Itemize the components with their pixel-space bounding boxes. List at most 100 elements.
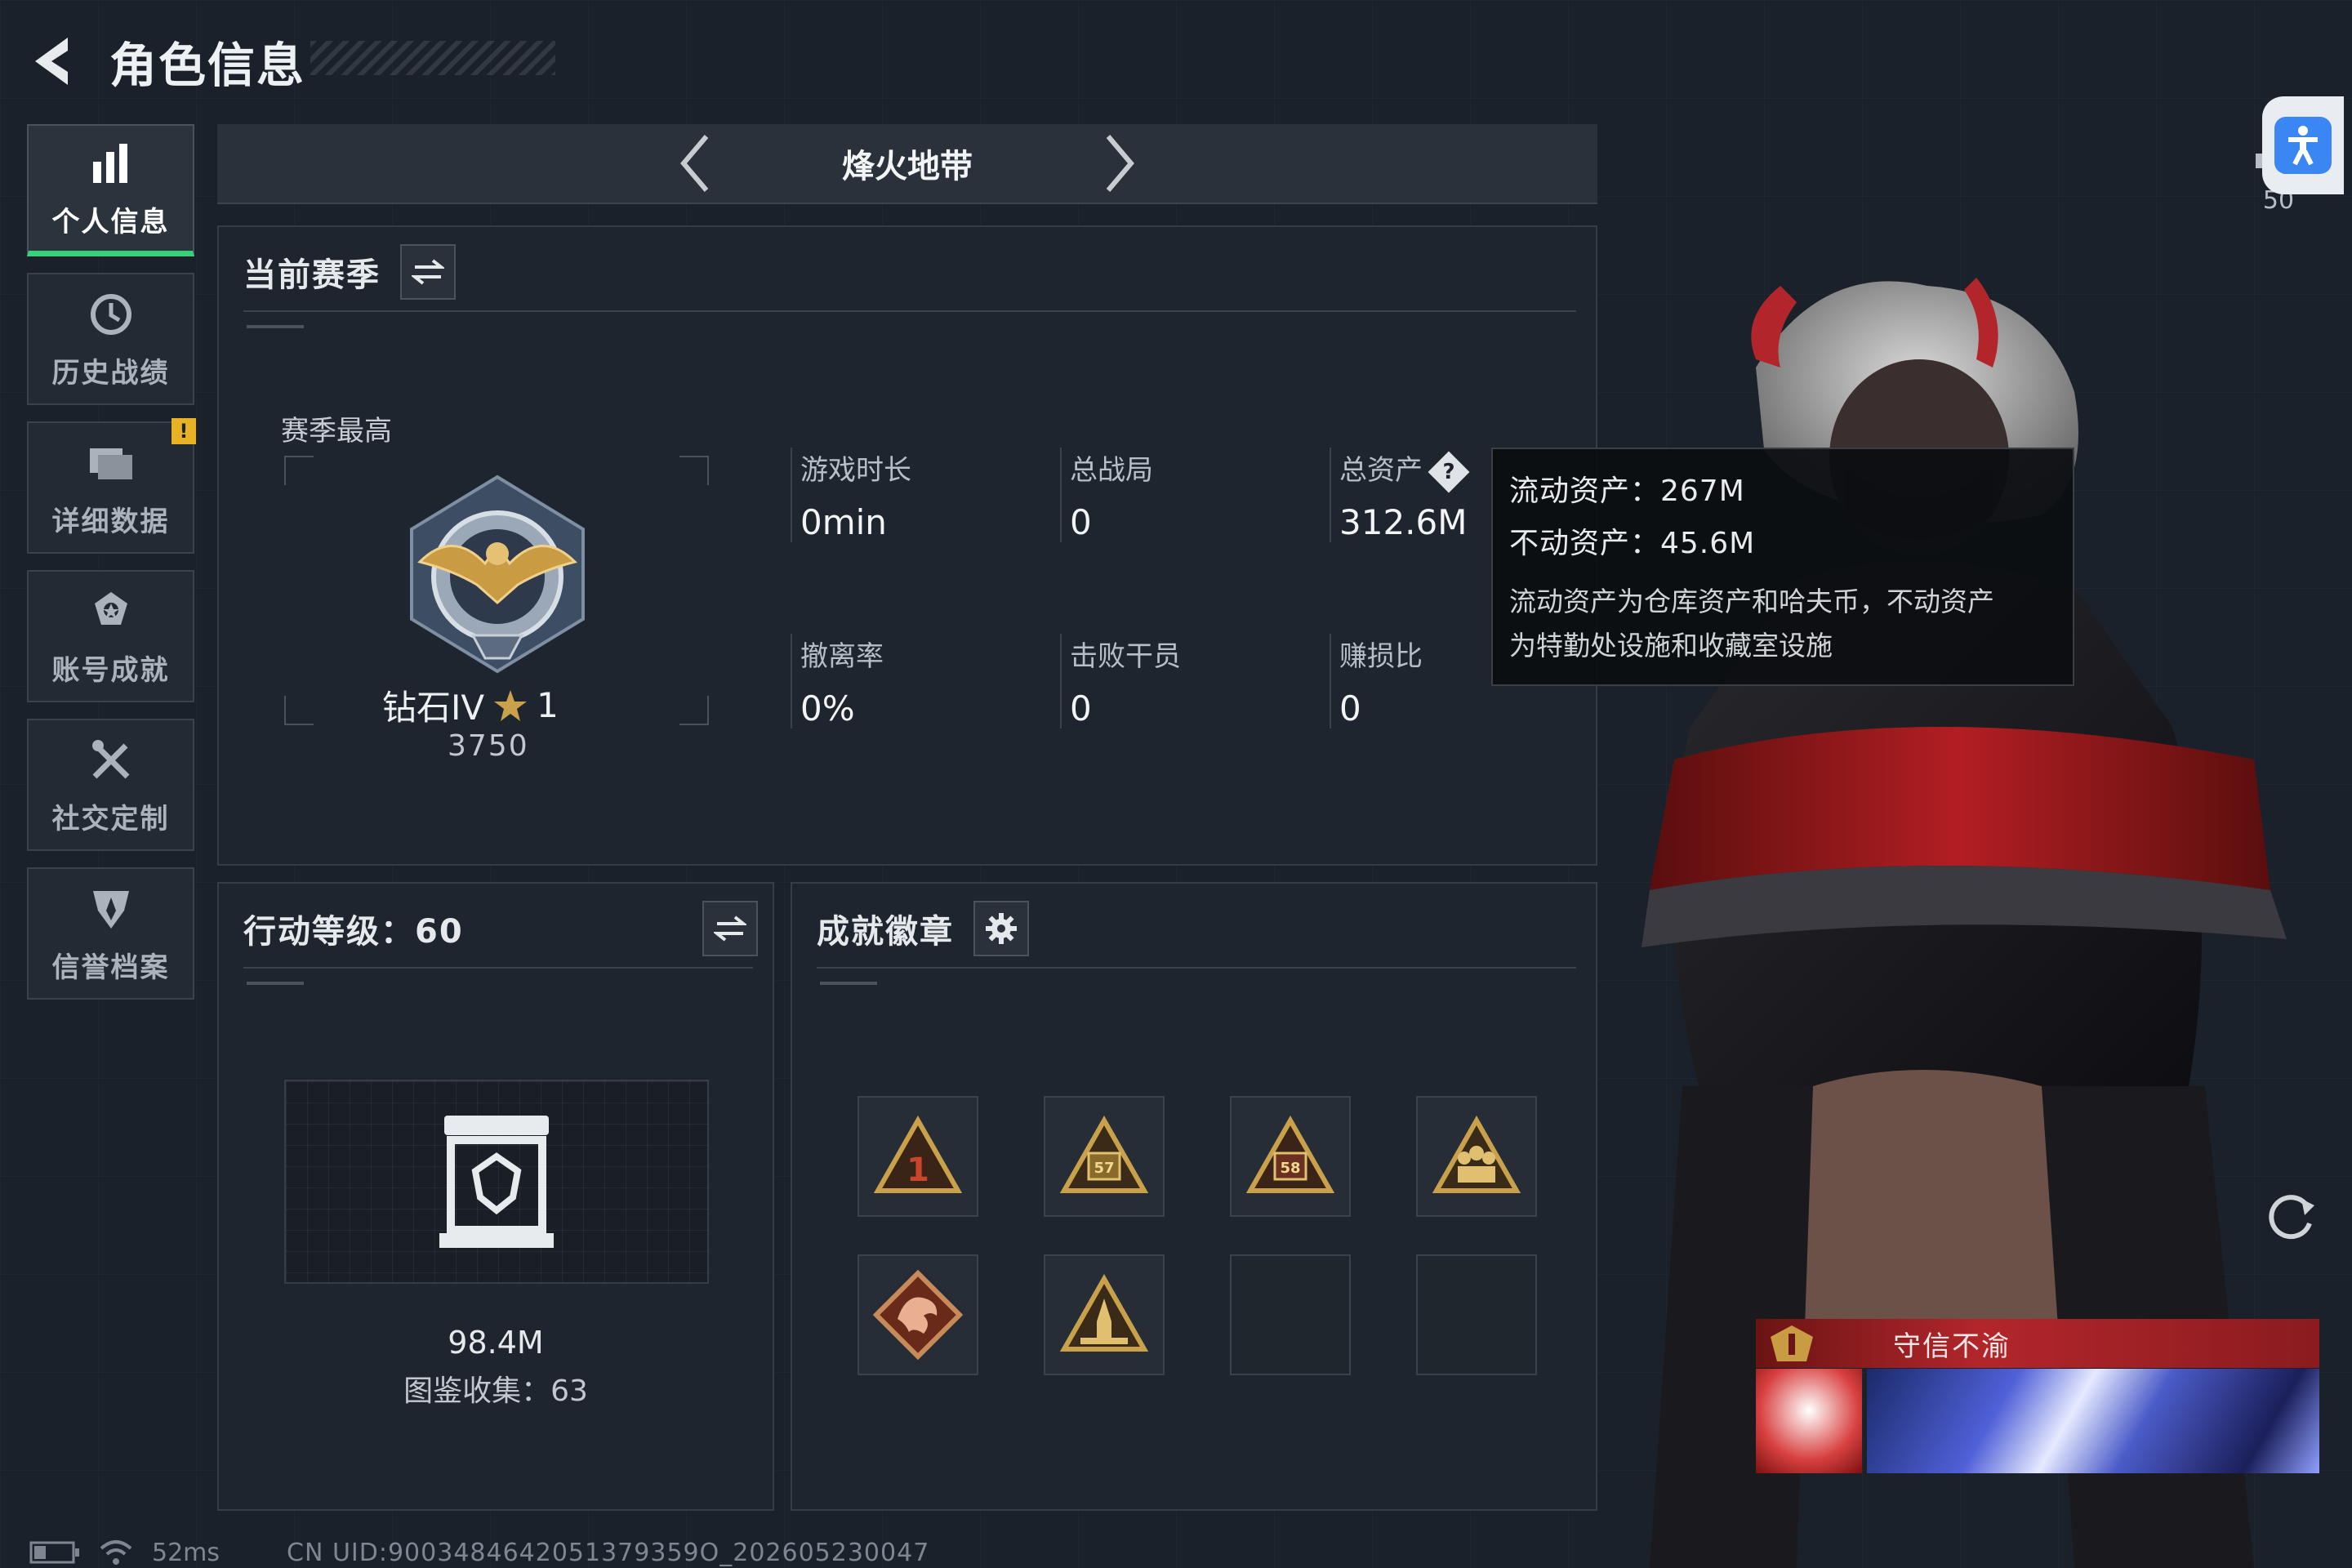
title-emblem-icon [1771, 1325, 1813, 1361]
rank-stars: 1 [537, 685, 559, 725]
achievement-icon [85, 586, 137, 638]
stat-total-matches: 总战局 0 [1060, 448, 1153, 542]
sidebar-item-achievements[interactable]: 账号成就 [27, 570, 194, 702]
badge-slot[interactable] [1416, 1096, 1537, 1217]
shield-icon [85, 883, 137, 935]
stat-value: 0 [1339, 688, 1361, 728]
gear-icon [986, 913, 1017, 944]
tooltip-description-line: 流动资产为仓库资产和哈夫币，不动资产 [1509, 586, 1994, 617]
badge-slot[interactable] [858, 1254, 978, 1375]
title-card-text: 守信不渝 [1893, 1330, 2011, 1363]
folder-icon [85, 437, 137, 489]
divider-tick [247, 982, 304, 985]
stat-value: 0min [800, 502, 887, 542]
stat-value: 0 [1070, 688, 1092, 728]
collection-count: 图鉴收集：63 [403, 1374, 588, 1408]
stat-operators-defeated: 击败干员 0 [1060, 634, 1181, 728]
prev-mode-button[interactable] [662, 127, 728, 200]
chevron-left-icon [680, 135, 709, 192]
stat-total-assets: 总资产? 312.6M [1330, 448, 1470, 542]
stat-label-row: 总资产? [1339, 448, 1470, 492]
divider [817, 967, 1576, 969]
accessibility-icon [2274, 117, 2332, 174]
rank-score: 3750 [448, 729, 529, 763]
badge-slot[interactable] [1044, 1254, 1165, 1375]
rotate-icon[interactable] [2259, 1184, 2324, 1250]
stat-profit-ratio: 赚损比 0 [1330, 634, 1423, 728]
stat-label: 游戏时长 [800, 454, 911, 487]
frame-corner [679, 696, 709, 725]
sidebar-item-detail-data[interactable]: 详细数据 ! [27, 418, 196, 554]
sidebar-item-social[interactable]: 社交定制 [27, 719, 194, 851]
divider-tick [247, 325, 304, 328]
banner-avatar [1756, 1369, 1862, 1473]
badge-settings-button[interactable] [973, 901, 1029, 956]
divider [243, 967, 753, 969]
diamond-rank-emblem-icon [410, 474, 585, 674]
swap-icon [714, 915, 746, 942]
svg-text:58: 58 [1280, 1160, 1300, 1177]
bar-chart-icon [85, 137, 137, 189]
back-button[interactable] [24, 29, 82, 94]
mode-selector: 烽火地带 [217, 124, 1597, 204]
tooltip-description-line: 为特勤处设施和收藏室设施 [1509, 630, 1833, 662]
badge-rocket-icon [1059, 1274, 1149, 1352]
sidebar-item-label: 社交定制 [51, 802, 170, 835]
wifi-icon [100, 1540, 132, 1565]
level-panel: 行动等级：60 98.4M 图鉴收集：63 [217, 882, 774, 1511]
badge-slot-empty[interactable] [1416, 1254, 1537, 1375]
stat-value: 0% [800, 688, 855, 728]
name-card-banner[interactable] [1756, 1369, 2319, 1473]
star-icon [494, 689, 528, 721]
divider-tick [820, 982, 877, 985]
badge-slot-empty[interactable] [1230, 1254, 1351, 1375]
badge-slot[interactable]: 57 [1044, 1096, 1165, 1217]
stat-label: 总资产 [1339, 454, 1423, 487]
stat-label: 总战局 [1070, 454, 1153, 487]
level-value: 98.4M [448, 1325, 544, 1361]
collection-card[interactable] [284, 1080, 709, 1284]
badge-panel: 成就徽章 1 57 58 [791, 882, 1597, 1511]
level-panel-header: 行动等级：60 [243, 900, 758, 957]
sidebar-item-history[interactable]: 历史战绩 [27, 273, 194, 405]
sidebar-item-personal-info[interactable]: 个人信息 [27, 124, 194, 256]
help-icon[interactable]: ? [1428, 451, 1470, 492]
stat-label: 赚损比 [1339, 640, 1423, 673]
liquid-assets: 流动资产：267M [1509, 474, 1745, 508]
warning-badge: ! [172, 418, 196, 444]
season-best-label: 赛季最高 [281, 415, 392, 448]
battery-icon [29, 1541, 79, 1564]
title-decoration [310, 41, 555, 75]
sidebar-item-label: 详细数据 [51, 505, 170, 538]
sidebar-item-label: 信誉档案 [51, 951, 170, 984]
badge-slot[interactable]: 58 [1230, 1096, 1351, 1217]
stat-value: 312.6M [1339, 502, 1468, 542]
tooltip-description: 流动资产为仓库资产和哈夫币，不动资产 为特勤处设施和收藏室设施 [1509, 580, 2056, 668]
sidebar: 个人信息 历史战绩 详细数据 ! 账号成就 社交定制 信誉档案 [27, 124, 196, 1016]
title-card[interactable]: 守信不渝 [1756, 1319, 2319, 1368]
svg-text:1: 1 [906, 1152, 929, 1189]
sidebar-item-label: 个人信息 [51, 206, 170, 238]
accessibility-button[interactable] [2262, 96, 2344, 194]
next-mode-button[interactable] [1087, 127, 1152, 200]
switch-level-button[interactable] [702, 901, 758, 956]
frame-corner [679, 456, 709, 485]
frame-corner [284, 696, 314, 725]
fixed-assets: 不动资产：45.6M [1509, 527, 1756, 560]
status-bar: 52ms CN UID:9003484642051379359O_2026052… [29, 1539, 929, 1567]
chevron-right-icon [1106, 135, 1134, 192]
badge-panel-header: 成就徽章 [817, 900, 1029, 957]
sidebar-item-label: 账号成就 [51, 653, 170, 687]
badge-slot[interactable]: 1 [858, 1096, 978, 1217]
swap-icon [412, 259, 444, 285]
sidebar-item-reputation[interactable]: 信誉档案 [27, 867, 194, 1000]
switch-season-button[interactable] [400, 244, 456, 300]
season-panel-header: 当前赛季 [243, 243, 456, 301]
badge-dragon-icon [873, 1270, 963, 1360]
divider [243, 310, 1576, 312]
collection-vault-icon [439, 1116, 554, 1248]
banner-art [1867, 1369, 2319, 1473]
stat-label: 击败干员 [1070, 640, 1181, 673]
level-panel-title: 行动等级：60 [243, 913, 464, 951]
season-panel: 当前赛季 赛季最高 钻石IV 1 3750 游戏时长 0min 总战局 0 总资… [217, 225, 1597, 866]
